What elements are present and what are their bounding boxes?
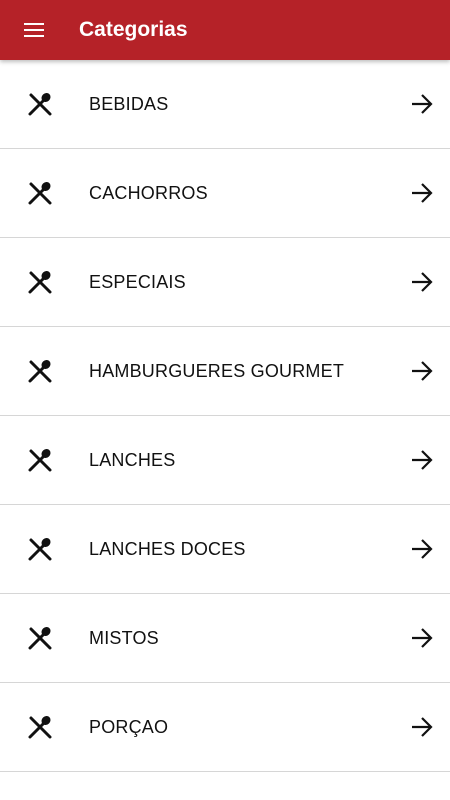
category-item-bebidas[interactable]: BEBIDAS — [0, 60, 450, 149]
arrow-right-icon[interactable] — [411, 360, 433, 382]
utensils-icon — [28, 181, 52, 205]
category-list: BEBIDAS CACHORROS ESPECIAIS HAMBURGUERES… — [0, 60, 450, 772]
category-label: ESPECIAIS — [89, 272, 186, 292]
category-item-hamburgueres-gourmet[interactable]: HAMBURGUERES GOURMET — [0, 327, 450, 416]
category-label: LANCHES — [89, 450, 176, 470]
category-item-lanches-doces[interactable]: LANCHES DOCES — [0, 505, 450, 594]
utensils-icon — [28, 270, 52, 294]
menu-icon — [24, 23, 44, 37]
category-label: PORÇAO — [89, 717, 169, 737]
category-label: BEBIDAS — [89, 94, 169, 114]
app-bar: Categorias — [0, 0, 450, 60]
utensils-icon — [28, 359, 52, 383]
app-screen: Categorias BEBIDAS CACHORROS ESPECIAIS H… — [0, 0, 450, 800]
utensils-icon — [28, 448, 52, 472]
arrow-right-icon[interactable] — [411, 538, 433, 560]
category-item-lanches[interactable]: LANCHES — [0, 416, 450, 505]
utensils-icon — [28, 626, 52, 650]
menu-button[interactable] — [14, 10, 54, 50]
arrow-right-icon[interactable] — [411, 627, 433, 649]
category-item-cachorros[interactable]: CACHORROS — [0, 149, 450, 238]
category-label: HAMBURGUERES GOURMET — [89, 361, 345, 381]
category-item-especiais[interactable]: ESPECIAIS — [0, 238, 450, 327]
utensils-icon — [28, 537, 52, 561]
category-label: CACHORROS — [89, 183, 208, 203]
arrow-right-icon[interactable] — [411, 271, 433, 293]
arrow-right-icon[interactable] — [411, 182, 433, 204]
arrow-right-icon[interactable] — [411, 93, 433, 115]
utensils-icon — [28, 715, 52, 739]
arrow-right-icon[interactable] — [411, 449, 433, 471]
category-label: LANCHES DOCES — [89, 539, 246, 559]
page-title: Categorias — [79, 18, 188, 41]
utensils-icon — [28, 92, 52, 116]
category-item-mistos[interactable]: MISTOS — [0, 594, 450, 683]
category-label: MISTOS — [89, 628, 159, 648]
arrow-right-icon[interactable] — [411, 716, 433, 738]
category-item-porcao[interactable]: PORÇAO — [0, 683, 450, 772]
